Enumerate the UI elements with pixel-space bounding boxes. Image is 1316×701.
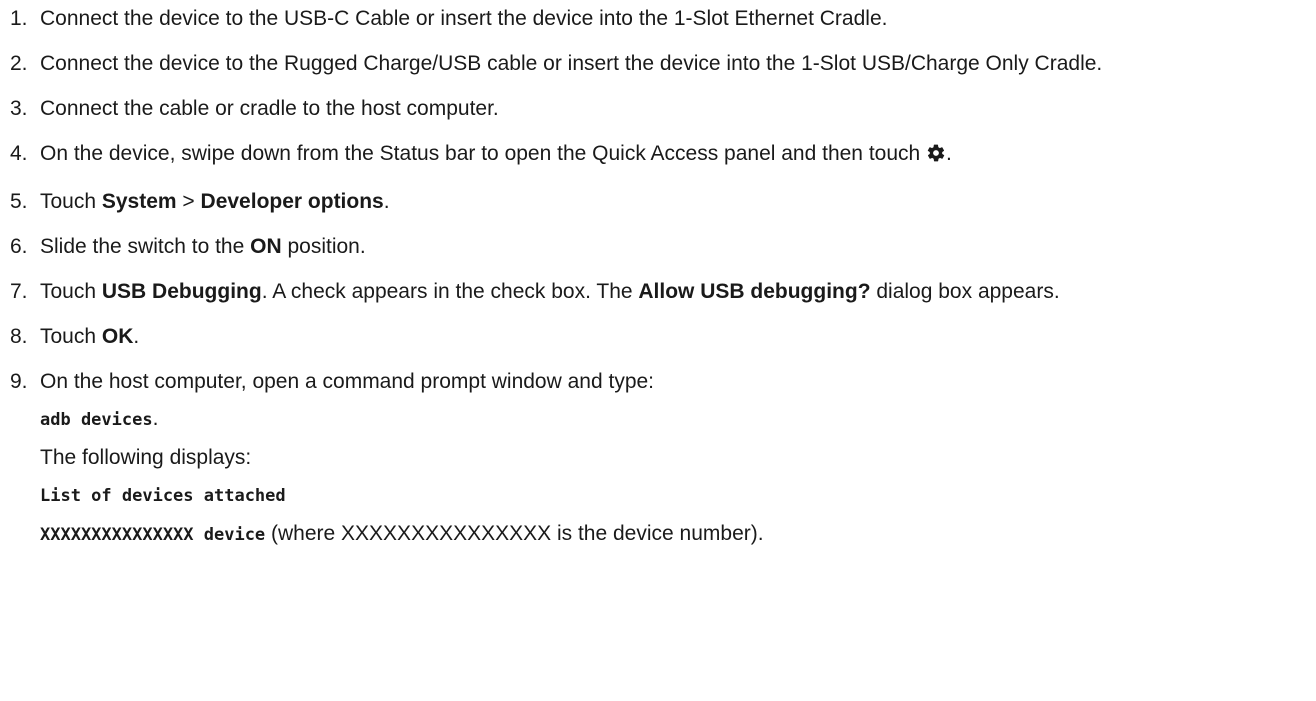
step-2: 2. Connect the device to the Rugged Char… [0, 50, 1300, 77]
step-number: 5. [10, 190, 28, 213]
step-number: 9. [10, 370, 28, 393]
step-text: Connect the cable or cradle to the host … [40, 97, 499, 120]
step-4: 4. On the device, swipe down from the St… [0, 140, 1300, 170]
step-text: Touch [40, 325, 102, 348]
step-8: 8. Touch OK. [0, 323, 1300, 350]
step-6: 6. Slide the switch to the ON position. [0, 233, 1300, 260]
gear-icon [926, 143, 946, 170]
step-text: Slide the switch to the [40, 235, 251, 258]
step-9: 9. On the host computer, open a command … [0, 368, 1300, 549]
step-number: 4. [10, 142, 28, 165]
step-text: Connect the device to the USB-C Cable or… [40, 7, 888, 30]
step-number: 1. [10, 7, 28, 30]
step-number: 6. [10, 235, 28, 258]
step-number: 8. [10, 325, 28, 348]
command-line: adb devices. [40, 405, 1300, 434]
ui-term-system: System [101, 190, 177, 213]
step-text: On the device, swipe down from the Statu… [40, 142, 927, 165]
step-number: 3. [10, 97, 28, 120]
output-code: XXXXXXXXXXXXXXX device [40, 525, 266, 545]
separator: > [176, 190, 201, 213]
step-text-end: position. [281, 235, 366, 258]
command-suffix: . [152, 407, 159, 430]
step-number: 7. [10, 280, 28, 303]
displays-label: The following displays: [40, 446, 252, 469]
step-text: Connect the device to the Rugged Charge/… [40, 52, 1103, 75]
step-text-end: dialog box appears. [870, 280, 1060, 303]
output-line-2: XXXXXXXXXXXXXXX device (where XXXXXXXXXX… [40, 520, 1300, 549]
ui-term-developer-options: Developer options [200, 190, 384, 213]
step-text: On the host computer, open a command pro… [40, 370, 655, 393]
step-5: 5. Touch System > Developer options. [0, 188, 1300, 215]
step-1: 1. Connect the device to the USB-C Cable… [0, 5, 1300, 32]
instruction-steps: 1. Connect the device to the USB-C Cable… [0, 5, 1300, 567]
step-text: Touch [40, 280, 102, 303]
step-text-end: . [383, 190, 390, 213]
step-text-end: . [946, 142, 952, 165]
step-text-end: . [133, 325, 140, 348]
ui-term-on: ON [250, 235, 282, 258]
ui-term-allow-usb-debugging: Allow USB debugging? [638, 280, 871, 303]
output-line-1: List of devices attached [40, 481, 1300, 510]
output-note: (where XXXXXXXXXXXXXXX is the device num… [265, 522, 764, 545]
ui-term-usb-debugging: USB Debugging [101, 280, 262, 303]
step-text: Touch [40, 190, 102, 213]
command-code: adb devices [40, 410, 153, 430]
output-code: List of devices attached [40, 486, 286, 506]
step-number: 2. [10, 52, 28, 75]
step-3: 3. Connect the cable or cradle to the ho… [0, 95, 1300, 122]
ui-term-ok: OK [101, 325, 134, 348]
step-text-mid: . A check appears in the check box. The [261, 280, 639, 303]
step-7: 7. Touch USB Debugging. A check appears … [0, 278, 1300, 305]
